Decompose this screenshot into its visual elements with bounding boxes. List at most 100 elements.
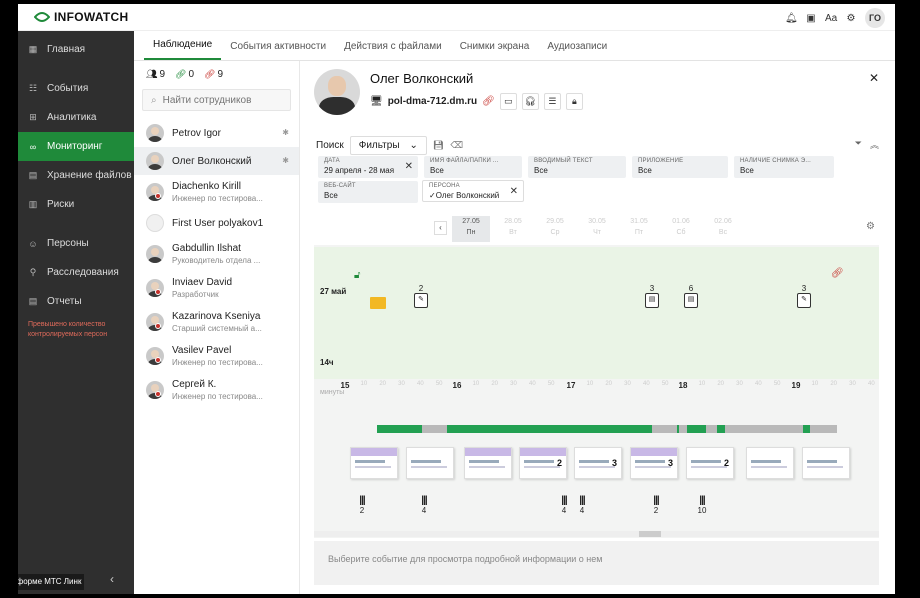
tab-0[interactable]: Наблюдение: [144, 39, 222, 60]
avatar: [146, 152, 164, 170]
date-cell[interactable]: 29.05 Ср: [536, 216, 574, 242]
activity-bar[interactable]: [377, 425, 837, 433]
screenshot-thumbnail[interactable]: [350, 447, 398, 479]
screenshot-thumbnail[interactable]: [464, 447, 512, 479]
minute-tick-label: 30: [624, 381, 631, 387]
sidebar-item-1[interactable]: ☷ События: [18, 74, 134, 103]
headphones-icon[interactable]: 🎧︎: [521, 93, 539, 110]
keyboard-event[interactable]: ||| 4: [554, 495, 574, 515]
lock-open-icon[interactable]: 🔓︎: [354, 270, 360, 281]
scroll-thumb[interactable]: [639, 531, 661, 537]
date-cell[interactable]: 28.05 Вт: [494, 216, 532, 242]
filters-dropdown[interactable]: Фильтры ⌄: [349, 136, 427, 155]
list-arrow-icon[interactable]: ☰: [543, 93, 561, 110]
status-dot: [155, 357, 161, 363]
eraser-icon[interactable]: ⌫: [450, 140, 463, 151]
person-item[interactable]: Vasilev Pavel Инженер по тестирова...: [134, 339, 299, 373]
tab-4[interactable]: Аудиозаписи: [538, 41, 616, 60]
sidebar-item-3[interactable]: ∞ Мониторинг: [18, 132, 134, 161]
save-icon[interactable]: 💾︎: [433, 140, 444, 151]
event-marker[interactable]: 2 ✎: [414, 284, 428, 308]
clear-icon[interactable]: ✕: [405, 161, 413, 172]
date-cell[interactable]: 01.06 Сб: [662, 216, 700, 242]
collapse-icon[interactable]: ︽: [870, 138, 879, 151]
person-item[interactable]: Inviaev David Разработчик: [134, 271, 299, 305]
person-item[interactable]: Gabdullin Ilshat Руководитель отдела ...: [134, 237, 299, 271]
avatar: [146, 381, 164, 399]
screenshot-thumbnail[interactable]: 3: [630, 447, 678, 479]
screen-cast-icon[interactable]: ▭: [499, 93, 517, 110]
settings-icon[interactable]: ⚙: [866, 221, 875, 232]
filter-typed-text[interactable]: ВВОДИМЫЙ ТЕКСТ Все: [528, 156, 626, 178]
clear-icon[interactable]: ✕: [510, 186, 518, 197]
filter-application[interactable]: ПРИЛОЖЕНИЕ Все: [632, 156, 728, 178]
search-box[interactable]: ⌕: [142, 89, 291, 111]
filter-screenshot[interactable]: НАЛИЧИЕ СНИМКА Э... Все: [734, 156, 834, 178]
filter-icon[interactable]: ⏷: [855, 138, 862, 151]
lock-icon[interactable]: 🔒︎: [565, 93, 583, 110]
count-all[interactable]: 👥︎ 9: [146, 69, 165, 80]
keyboard-count: 4: [421, 506, 427, 515]
user-avatar[interactable]: ГО: [865, 8, 885, 28]
sidebar-item-0[interactable]: ▦ Главная: [18, 35, 134, 64]
unlink-icon[interactable]: 🔗︎: [831, 268, 844, 279]
keyboard-event[interactable]: ||| 10: [692, 495, 712, 515]
keyboard-event[interactable]: ||| 2: [352, 495, 372, 515]
close-icon[interactable]: ✕: [869, 71, 879, 85]
event-marker[interactable]: 3 ▤: [645, 284, 659, 308]
sidebar-item-8[interactable]: ▤ Отчеты: [18, 287, 134, 316]
horizontal-scrollbar[interactable]: [314, 531, 879, 537]
person-item[interactable]: Олег Волконский ✱: [134, 147, 299, 175]
keyboard-event[interactable]: ||| 2: [646, 495, 666, 515]
date-cell[interactable]: 27.05 Пн: [452, 216, 490, 242]
detail-panel: ✕ Олег Волконский 🖥︎ pol-dma-712.dm.ru 🔗…: [300, 61, 895, 594]
unlink-icon[interactable]: 🔗︎: [482, 96, 495, 107]
tab-2[interactable]: Действия с файлами: [335, 41, 451, 60]
person-item[interactable]: Diachenko Kirill Инженер по тестирова...: [134, 175, 299, 209]
person-item[interactable]: Сергей К. Инженер по тестирова...: [134, 373, 299, 407]
filter-date[interactable]: ДАТА 29 апреля - 28 мая ✕: [318, 156, 418, 178]
avatar: [146, 183, 164, 201]
pin-icon[interactable]: ✱: [282, 128, 289, 137]
filter-website[interactable]: ВЕБ-САЙТ Все: [318, 181, 418, 203]
screenshot-thumbnail[interactable]: 2: [686, 447, 734, 479]
keyboard-event[interactable]: ||| 4: [572, 495, 592, 515]
person-item[interactable]: Kazarinova Kseniya Старший системный а...: [134, 305, 299, 339]
search-input[interactable]: [162, 94, 283, 106]
event-marker[interactable]: 6 ▤: [684, 284, 698, 308]
sidebar-item-4[interactable]: ▤ Хранение файлов: [18, 161, 134, 190]
date-cell[interactable]: 30.05 Чт: [578, 216, 616, 242]
gear-icon[interactable]: ⚙: [845, 13, 857, 24]
filter-person[interactable]: ПЕРСОНА ✓Олег Волконский ✕: [422, 180, 524, 202]
tab-3[interactable]: Снимки экрана: [451, 41, 539, 60]
event-count: 3: [649, 284, 655, 293]
host-name: pol-dma-712.dm.ru: [387, 96, 478, 107]
font-icon[interactable]: Aa: [825, 13, 837, 24]
tab-1[interactable]: События активности: [221, 41, 335, 60]
box-icon[interactable]: ▣: [805, 13, 817, 24]
sidebar-item-7[interactable]: ⚲ Расследования: [18, 258, 134, 287]
screenshot-thumbnail[interactable]: [746, 447, 794, 479]
count-linked[interactable]: 🔗︎ 0: [175, 69, 194, 80]
count-unlinked[interactable]: 🔗︎ 9: [204, 69, 223, 80]
sidebar-item-5[interactable]: ▥ Риски: [18, 190, 134, 219]
sidebar-item-6[interactable]: ☺ Персоны: [18, 229, 134, 258]
person-item[interactable]: First User polyakov1: [134, 209, 299, 237]
screenshot-thumbnail[interactable]: 2: [519, 447, 567, 479]
date-cell[interactable]: 31.05 Пт: [620, 216, 658, 242]
collapse-sidebar-icon[interactable]: ‹: [110, 572, 114, 586]
folder-icon[interactable]: [370, 297, 386, 309]
screenshot-thumbnail[interactable]: 3: [574, 447, 622, 479]
person-item[interactable]: Petrov Igor ✱: [134, 119, 299, 147]
sidebar-item-2[interactable]: ⊞ Аналитика: [18, 103, 134, 132]
screenshot-thumbnail[interactable]: [802, 447, 850, 479]
screenshot-thumbnail[interactable]: [406, 447, 454, 479]
chevron-left-icon[interactable]: ‹: [434, 221, 447, 235]
keyboard-event[interactable]: ||| 4: [414, 495, 434, 515]
filter-filename[interactable]: ИМЯ ФАЙЛА/ПАПКИ ... Все: [424, 156, 522, 178]
event-marker[interactable]: 3 ✎: [797, 284, 811, 308]
sidebar-item-label: Аналитика: [47, 112, 97, 123]
bell-icon[interactable]: 🔔︎: [785, 13, 798, 24]
pin-icon[interactable]: ✱: [282, 156, 289, 165]
date-cell[interactable]: 02.06 Вс: [704, 216, 742, 242]
